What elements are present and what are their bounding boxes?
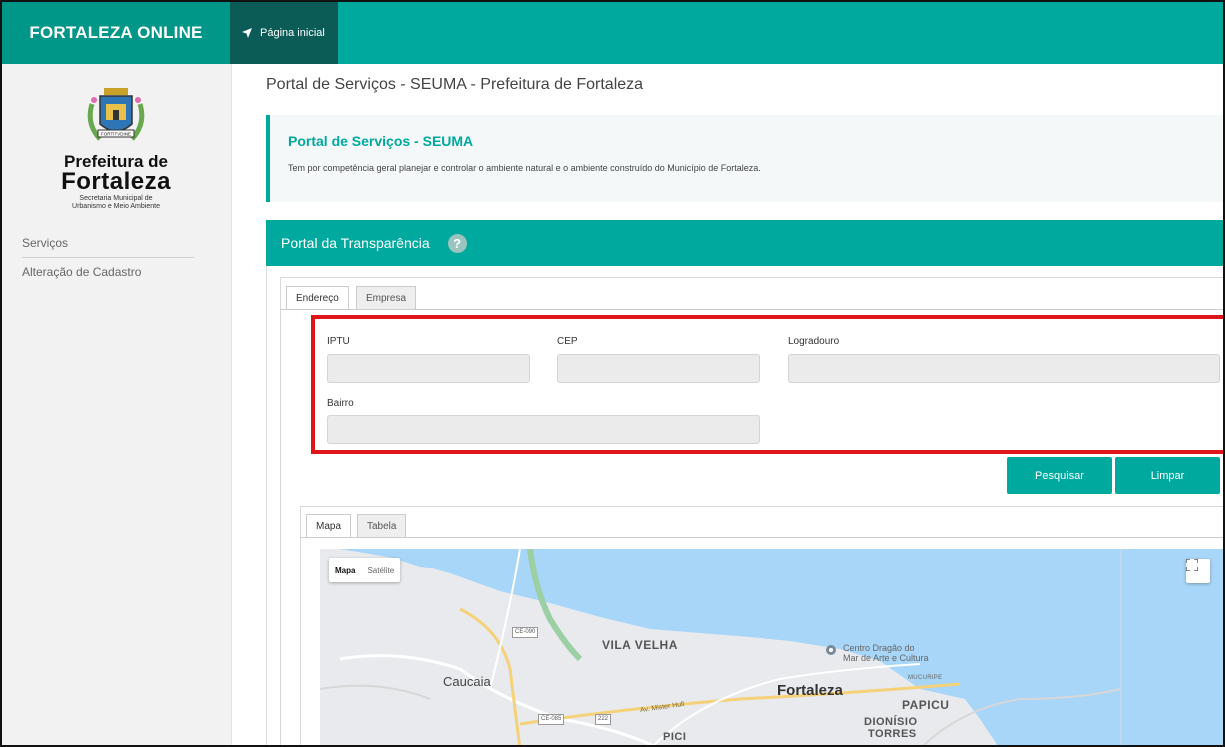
page-title: Portal de Serviços - SEUMA - Prefeitura … <box>266 76 644 93</box>
tab-empresa[interactable]: Empresa <box>356 286 417 310</box>
map-type-control: Mapa Satélite <box>329 558 401 582</box>
road-shield-ce085: CE-085 <box>538 714 565 725</box>
info-title: Portal de Serviços - SEUMA <box>288 133 474 149</box>
tab-divider <box>280 309 1223 310</box>
prefeitura-logo: FORTITVDINE Prefeitura de Fortaleza Secr… <box>36 84 196 214</box>
sidebar-divider <box>22 257 194 258</box>
nav-home-label: Página inicial <box>260 27 325 39</box>
road-shield-222: 222 <box>595 714 612 725</box>
tab-endereco[interactable]: Endereço <box>286 286 349 310</box>
city-crest-icon: FORTITVDINE <box>87 88 145 141</box>
search-button[interactable]: Pesquisar <box>1007 457 1112 494</box>
nav-home-link[interactable]: Página inicial <box>230 2 338 64</box>
road-shield-ce090: CE-090 <box>512 627 539 638</box>
tab-mapa[interactable]: Mapa <box>306 514 352 538</box>
brand-title[interactable]: FORTALEZA ONLINE <box>2 2 230 64</box>
logo-subtitle-1: Secretaria Municipal de <box>79 195 153 202</box>
map-label-torres: TORRES <box>868 728 917 740</box>
map-poi-dragao-line1: Centro Dragão do <box>843 643 915 653</box>
map-label-caucaia: Caucaia <box>443 674 491 689</box>
info-description: Tem por competência geral planejar e con… <box>288 163 761 173</box>
map-poi-dragao-line2: Mar de Arte e Cultura <box>843 653 929 663</box>
top-bar: FORTALEZA ONLINE Página inicial <box>2 2 1223 64</box>
sidebar: FORTITVDINE Prefeitura de Fortaleza Secr… <box>2 64 232 745</box>
browser-frame: FORTALEZA ONLINE Página inicial FORTITVD… <box>0 0 1225 747</box>
fullscreen-icon <box>1186 559 1198 571</box>
fullscreen-button[interactable] <box>1186 559 1210 583</box>
navigation-arrow-icon <box>242 28 252 38</box>
sidebar-item-alteracao-cadastro[interactable]: Alteração de Cadastro <box>22 265 141 279</box>
tab-tabela[interactable]: Tabela <box>357 514 407 538</box>
logo-subtitle-2: Urbanismo e Meio Ambiente <box>72 203 160 210</box>
results-tab-divider <box>300 537 1223 538</box>
map-label-dionisio: DIONÍSIO <box>864 716 918 728</box>
clear-button[interactable]: Limpar <box>1115 457 1220 494</box>
map-label-mucuripe: MUCURIPE <box>908 675 943 681</box>
help-icon[interactable]: ? <box>447 233 467 253</box>
map-label-pici: PICI <box>663 731 687 743</box>
transparency-panel-header: Portal da Transparência ? <box>266 220 1223 266</box>
highlight-box <box>311 315 1223 454</box>
sidebar-item-servicos[interactable]: Serviços <box>22 236 68 250</box>
panel-title: Portal da Transparência <box>281 235 430 251</box>
map-label-papicu: PAPICU <box>902 698 950 712</box>
map-label-vila-velha: VILA VELHA <box>602 638 678 652</box>
map-type-satellite[interactable]: Satélite <box>361 566 400 575</box>
map-type-map[interactable]: Mapa <box>329 566 361 575</box>
svg-text:FORTITVDINE: FORTITVDINE <box>101 132 131 137</box>
info-box: Portal de Serviços - SEUMA Tem por compe… <box>266 115 1223 202</box>
map-view[interactable]: Mapa Satélite CE-090 CE-085 222 VILA VEL… <box>320 549 1223 745</box>
logo-text-fortaleza: Fortaleza <box>61 168 171 195</box>
map-canvas <box>320 549 1223 745</box>
map-label-fortaleza: Fortaleza <box>777 682 843 699</box>
